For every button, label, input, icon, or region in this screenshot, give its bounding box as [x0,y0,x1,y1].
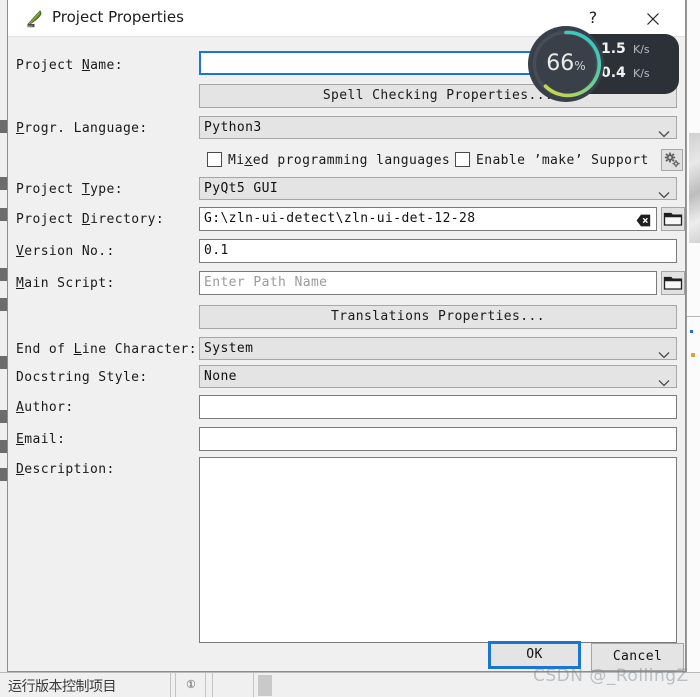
project-type-select[interactable]: PyQt5 GUI [199,177,677,200]
project-name-label: Project Name: [16,58,123,73]
cpu-usage-text: 66% [527,51,605,76]
background-left-tool [0,440,7,453]
background-right-divider [687,316,700,317]
make-settings-button[interactable] [661,149,683,171]
csdn-watermark: CSDN @_RollingZ [533,666,689,686]
background-left-tool [0,468,7,481]
cpu-usage-ring: 66% [527,25,605,103]
screen: eric Project Properties ? Project Name: … [0,0,700,697]
mixed-programming-languages-checkbox[interactable] [207,152,222,167]
chevron-down-icon [658,373,670,394]
author-label: Author: [16,400,74,415]
enable-make-support-checkbox[interactable] [455,152,470,167]
upload-speed-unit: K/s [633,43,650,56]
main-script-placeholder: Enter Path Name [204,275,328,290]
background-right-window [686,0,700,672]
progr-language-label: Progr. Language: [16,121,148,136]
project-directory-input[interactable]: G:\zln-ui-detect\zln-ui-det-12-28 [199,207,657,231]
background-left-tool [0,208,7,221]
background-bottom-number: ① [186,678,196,691]
progr-language-select[interactable]: Python3 [199,116,677,139]
project-type-label: Project Type: [16,182,123,197]
project-directory-browse-button[interactable] [661,207,685,231]
description-label: Description: [16,462,115,477]
background-bottom-separator [253,673,254,697]
background-right-marker [690,330,693,333]
ok-button[interactable]: OK [488,641,581,669]
eol-character-label: End of Line Character: [16,342,198,357]
background-right-thumbnail [689,133,700,243]
clear-icon[interactable] [636,213,651,227]
background-left-tool [0,298,7,311]
background-right-marker [691,353,695,357]
background-left-tool [0,356,7,369]
email-label: Email: [16,432,66,447]
dialog-title: Project Properties [52,8,184,26]
main-script-input[interactable]: Enter Path Name [199,271,657,295]
email-input[interactable] [199,427,677,451]
background-left-tool [0,410,7,423]
eol-character-select[interactable]: System [199,337,677,360]
cpu-usage-percent: 66 [546,51,575,76]
author-input[interactable] [199,395,677,419]
chevron-down-icon [658,185,670,206]
network-speed-widget[interactable]: 1.5 K/s 0.4 K/s 66% [527,25,679,104]
version-no-label: Version No.: [16,244,115,259]
enable-make-support-label[interactable]: Enable ’make’ Support [476,153,649,168]
background-bottom-text: 运行版本控制项目 [8,679,117,695]
dialog-form: Project Name: Spell Checking Properties.… [8,36,685,643]
background-bottom-separator [170,673,171,697]
svg-text:eric: eric [28,24,33,28]
background-left-tool [0,177,7,190]
background-bottom-separator [212,673,213,697]
chevron-down-icon [658,124,670,145]
percent-sign: % [574,59,586,73]
description-textarea[interactable] [199,457,677,643]
docstring-style-label: Docstring Style: [16,370,148,385]
translations-properties-button[interactable]: Translations Properties... [199,305,677,329]
background-bottom-separator [205,673,206,697]
mixed-programming-languages-label[interactable]: Mixed programming languages [228,153,450,168]
project-directory-label: Project Directory: [16,212,165,227]
background-left-tool [0,120,7,133]
main-script-label: Main Script: [16,276,115,291]
background-bottom-block [258,675,272,696]
chevron-down-icon [658,345,670,366]
eric-ide-icon: eric [25,8,45,28]
main-script-browse-button[interactable] [661,271,685,295]
docstring-style-select[interactable]: None [199,365,677,388]
language-options-row: Mixed programming languages Enable ’make… [8,148,685,172]
version-no-input[interactable]: 0.1 [199,239,677,263]
download-speed-unit: K/s [633,67,650,80]
background-bottom-separator [175,673,176,697]
background-left-tool [0,268,7,281]
